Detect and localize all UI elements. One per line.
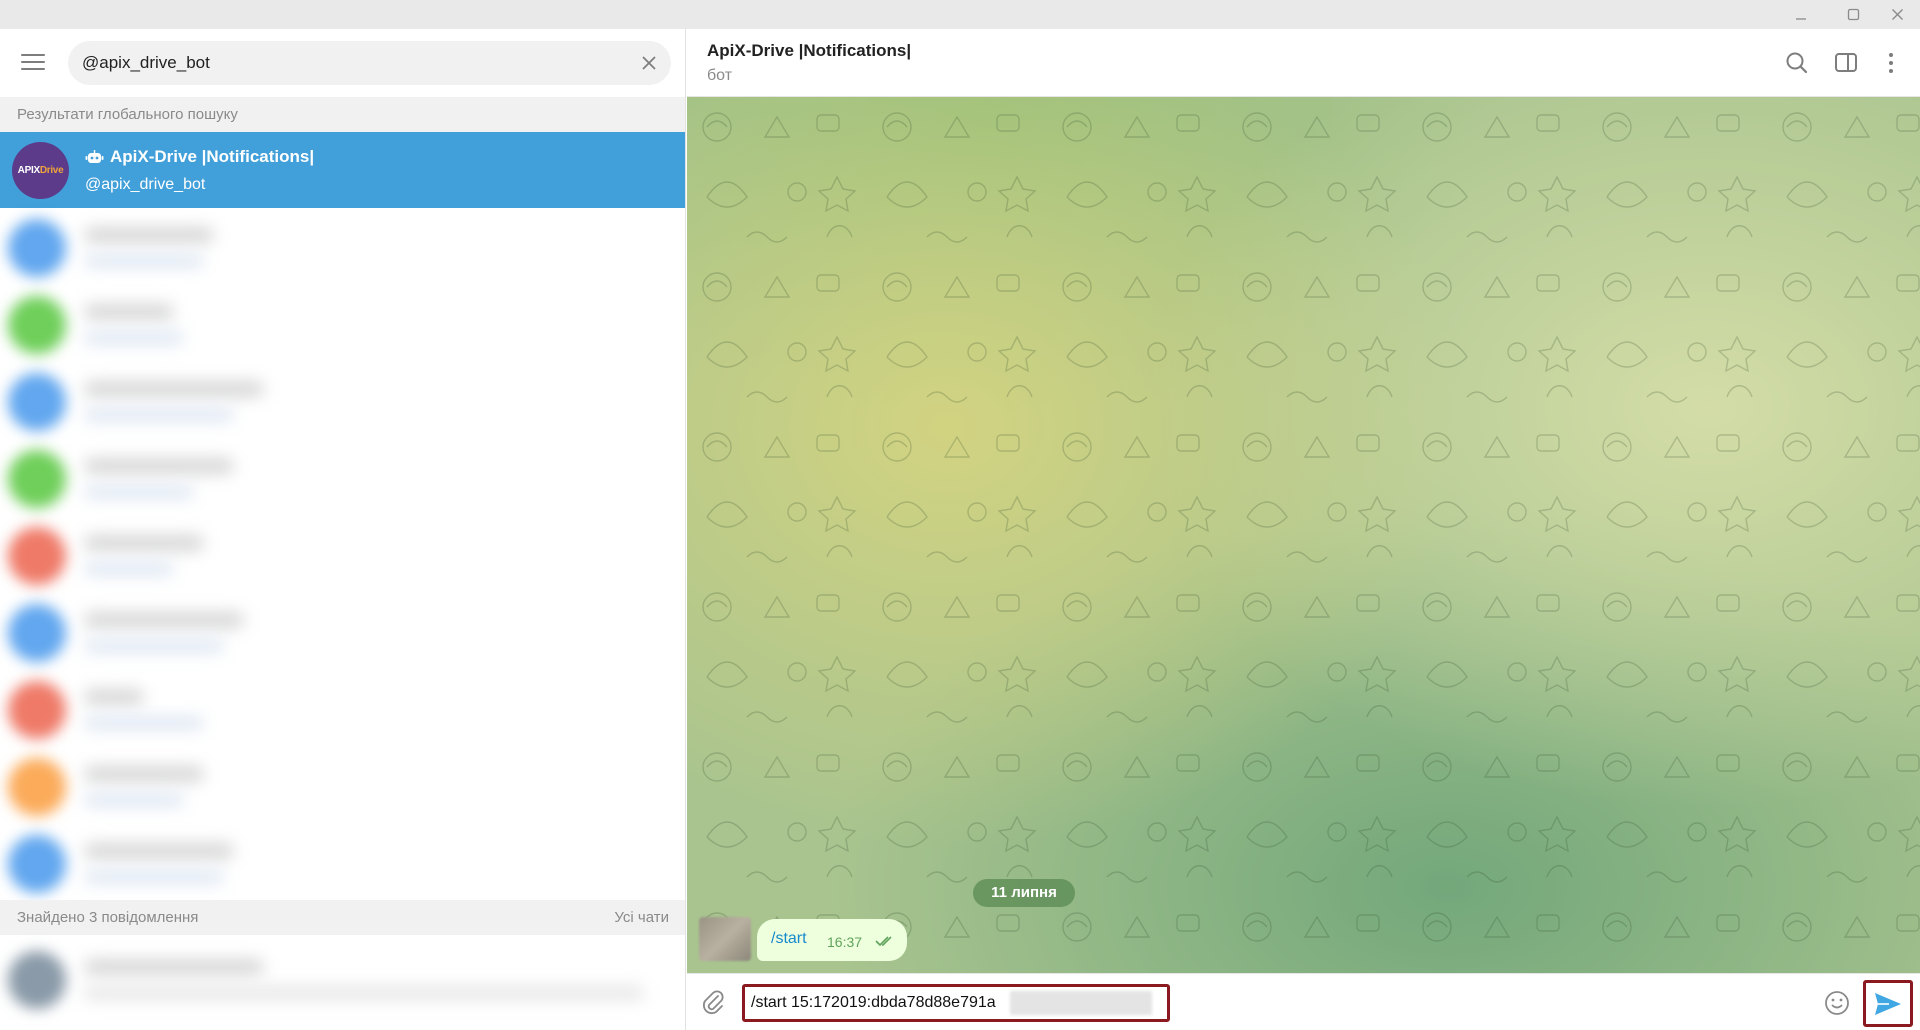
blurred-text [84, 254, 204, 268]
blurred-text [84, 843, 234, 859]
blurred-text [84, 331, 184, 345]
blurred-text [84, 227, 214, 243]
list-item[interactable] [0, 363, 685, 439]
blurred-text [84, 304, 174, 320]
minimize-button[interactable] [1778, 0, 1824, 29]
maximize-button[interactable] [1830, 0, 1876, 29]
avatar [8, 604, 66, 662]
date-separator: 11 липня [973, 879, 1075, 907]
blurred-text [84, 959, 264, 975]
avatar [8, 951, 66, 1009]
sender-avatar[interactable] [699, 917, 751, 961]
result-title: ApiX-Drive |Notifications| [85, 147, 314, 167]
blurred-text [84, 485, 194, 499]
bot-icon [85, 150, 104, 163]
menu-icon-bar [21, 61, 45, 63]
all-chats-link[interactable]: Усі чати [614, 900, 669, 935]
list-item[interactable] [0, 517, 685, 593]
sidebar-header [0, 29, 685, 96]
message-compose-bar [687, 973, 1920, 1030]
emoji-button[interactable] [1822, 988, 1852, 1018]
chat-background: 11 липня /start 16:37 [687, 97, 1920, 973]
chat-list-panel: Результати глобального пошуку APIXDrive … [0, 29, 686, 1030]
blurred-text [84, 458, 234, 474]
search-box [68, 41, 671, 85]
chat-header: ApiX-Drive |Notifications| бот [687, 29, 1920, 97]
list-item[interactable] [0, 748, 685, 824]
message-bubble[interactable]: /start 16:37 [757, 919, 907, 961]
search-chat-button[interactable] [1783, 49, 1811, 77]
result-username: @apix_drive_bot [85, 176, 206, 193]
avatar [8, 758, 66, 816]
attach-button[interactable] [699, 988, 727, 1016]
sidebar-toggle-icon [1835, 53, 1857, 72]
global-results-label: Результати глобального пошуку [17, 106, 238, 123]
menu-icon-bar [21, 68, 45, 70]
search-clear-button[interactable] [637, 51, 661, 75]
send-button[interactable] [1863, 980, 1913, 1027]
doodle-pattern [687, 97, 1920, 973]
avatar [8, 681, 66, 739]
blurred-text [84, 535, 204, 551]
avatar [8, 835, 66, 893]
close-icon [642, 56, 656, 70]
global-results-header: Результати глобального пошуку [0, 97, 685, 132]
chat-status: бот [707, 67, 733, 84]
blurred-text [84, 612, 244, 628]
blurred-text [84, 639, 224, 653]
message-input[interactable] [751, 987, 1011, 1019]
blurred-text [84, 381, 264, 397]
avatar [8, 450, 66, 508]
avatar [8, 296, 66, 354]
minimize-icon [1796, 17, 1806, 20]
more-vertical-icon [1889, 53, 1893, 73]
blurred-text [84, 870, 224, 884]
send-icon [1875, 992, 1901, 1015]
redacted-token-area [1010, 991, 1152, 1015]
list-item[interactable] [0, 594, 685, 670]
list-item[interactable] [0, 825, 685, 901]
more-options-button[interactable] [1877, 49, 1905, 77]
list-item[interactable] [0, 671, 685, 747]
close-icon [1891, 9, 1903, 20]
avatar: APIXDrive [12, 142, 69, 199]
messages-found-header: Знайдено 3 повідомлення Усі чати [0, 900, 685, 935]
message-time: 16:37 [827, 934, 863, 950]
list-item[interactable] [0, 209, 685, 285]
list-item[interactable] [0, 440, 685, 516]
blurred-text [84, 716, 204, 730]
avatar [8, 219, 66, 277]
menu-icon-bar [21, 54, 45, 56]
toggle-sidebar-button[interactable] [1832, 49, 1860, 77]
search-result-bot[interactable]: APIXDrive ApiX-Drive |Notifications| @ap… [0, 132, 685, 208]
messages-found-label: Знайдено 3 повідомлення [17, 909, 199, 926]
result-name: ApiX-Drive |Notifications| [110, 147, 315, 166]
close-window-button[interactable] [1874, 0, 1920, 29]
blurred-text [84, 766, 204, 782]
avatar-logo: APIXDrive [17, 165, 64, 176]
avatar [8, 527, 66, 585]
blurred-text [84, 793, 184, 807]
blurred-text [84, 408, 234, 422]
list-item[interactable] [0, 286, 685, 362]
chat-title[interactable]: ApiX-Drive |Notifications| [707, 41, 911, 61]
blurred-text [84, 986, 644, 1000]
blurred-text [84, 562, 174, 576]
window-title-bar [0, 0, 1920, 29]
avatar [8, 373, 66, 431]
paperclip-icon [702, 990, 724, 1015]
search-icon [1786, 52, 1808, 74]
blurred-text [84, 689, 144, 705]
message-input-field[interactable] [742, 984, 1170, 1022]
smile-icon [1825, 991, 1849, 1015]
message-text-command[interactable]: /start [771, 930, 807, 948]
list-item[interactable] [0, 941, 685, 1017]
hamburger-menu-button[interactable] [20, 51, 46, 73]
maximize-icon [1847, 8, 1859, 21]
double-check-icon [875, 936, 892, 947]
search-input[interactable] [82, 41, 622, 85]
